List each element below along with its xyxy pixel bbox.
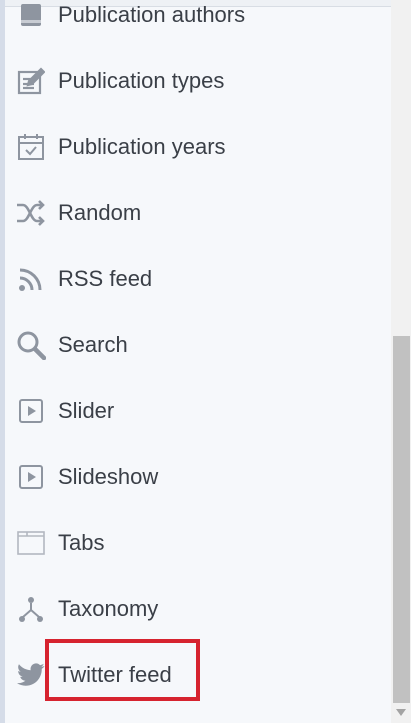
menu-item-publication-types[interactable]: Publication types: [5, 48, 391, 114]
menu-item-label: Slideshow: [58, 464, 159, 489]
menu-item-label: Random: [58, 200, 142, 225]
menu-item-label: Publication years: [58, 134, 226, 159]
menu-item-rss-feed[interactable]: RSS feed: [5, 246, 391, 312]
menu-item-tabs[interactable]: Tabs: [5, 510, 391, 576]
search-icon: [16, 330, 46, 360]
menu-item-label: Publication authors: [58, 2, 246, 27]
publication-types-icon: [16, 66, 46, 96]
menu-item-taxonomy[interactable]: Taxonomy: [5, 576, 391, 642]
slideshow-icon: [16, 462, 46, 492]
shuffle-icon: [16, 198, 46, 228]
menu-item-publication-years[interactable]: Publication years: [5, 114, 391, 180]
scroll-down-arrow-icon[interactable]: [391, 703, 411, 723]
slider-icon: [16, 396, 46, 426]
menu-item-label: Taxonomy: [58, 596, 159, 621]
twitter-feed-highlight-box: [45, 639, 200, 701]
menu-item-label: Search: [58, 332, 128, 357]
menu-item-slideshow[interactable]: Slideshow: [5, 444, 391, 510]
tabs-icon: [16, 528, 46, 558]
publication-authors-icon: [16, 0, 46, 30]
menu-item-label: Tabs: [58, 530, 105, 555]
menu-item-publication-authors[interactable]: Publication authors: [5, 0, 391, 48]
rss-icon: [16, 264, 46, 294]
menu-item-slider[interactable]: Slider: [5, 378, 391, 444]
menu-item-search[interactable]: Search: [5, 312, 391, 378]
twitter-icon: [16, 660, 46, 690]
menu-item-random[interactable]: Random: [5, 180, 391, 246]
vertical-scrollbar-thumb[interactable]: [393, 336, 410, 703]
calendar-icon: [16, 132, 46, 162]
menu-item-label: RSS feed: [58, 266, 153, 291]
menu-item-label: Publication types: [58, 68, 225, 93]
menu-panel: Publication authors Publication types Pu: [0, 0, 391, 723]
taxonomy-icon: [16, 594, 46, 624]
menu-item-label: Slider: [58, 398, 115, 423]
